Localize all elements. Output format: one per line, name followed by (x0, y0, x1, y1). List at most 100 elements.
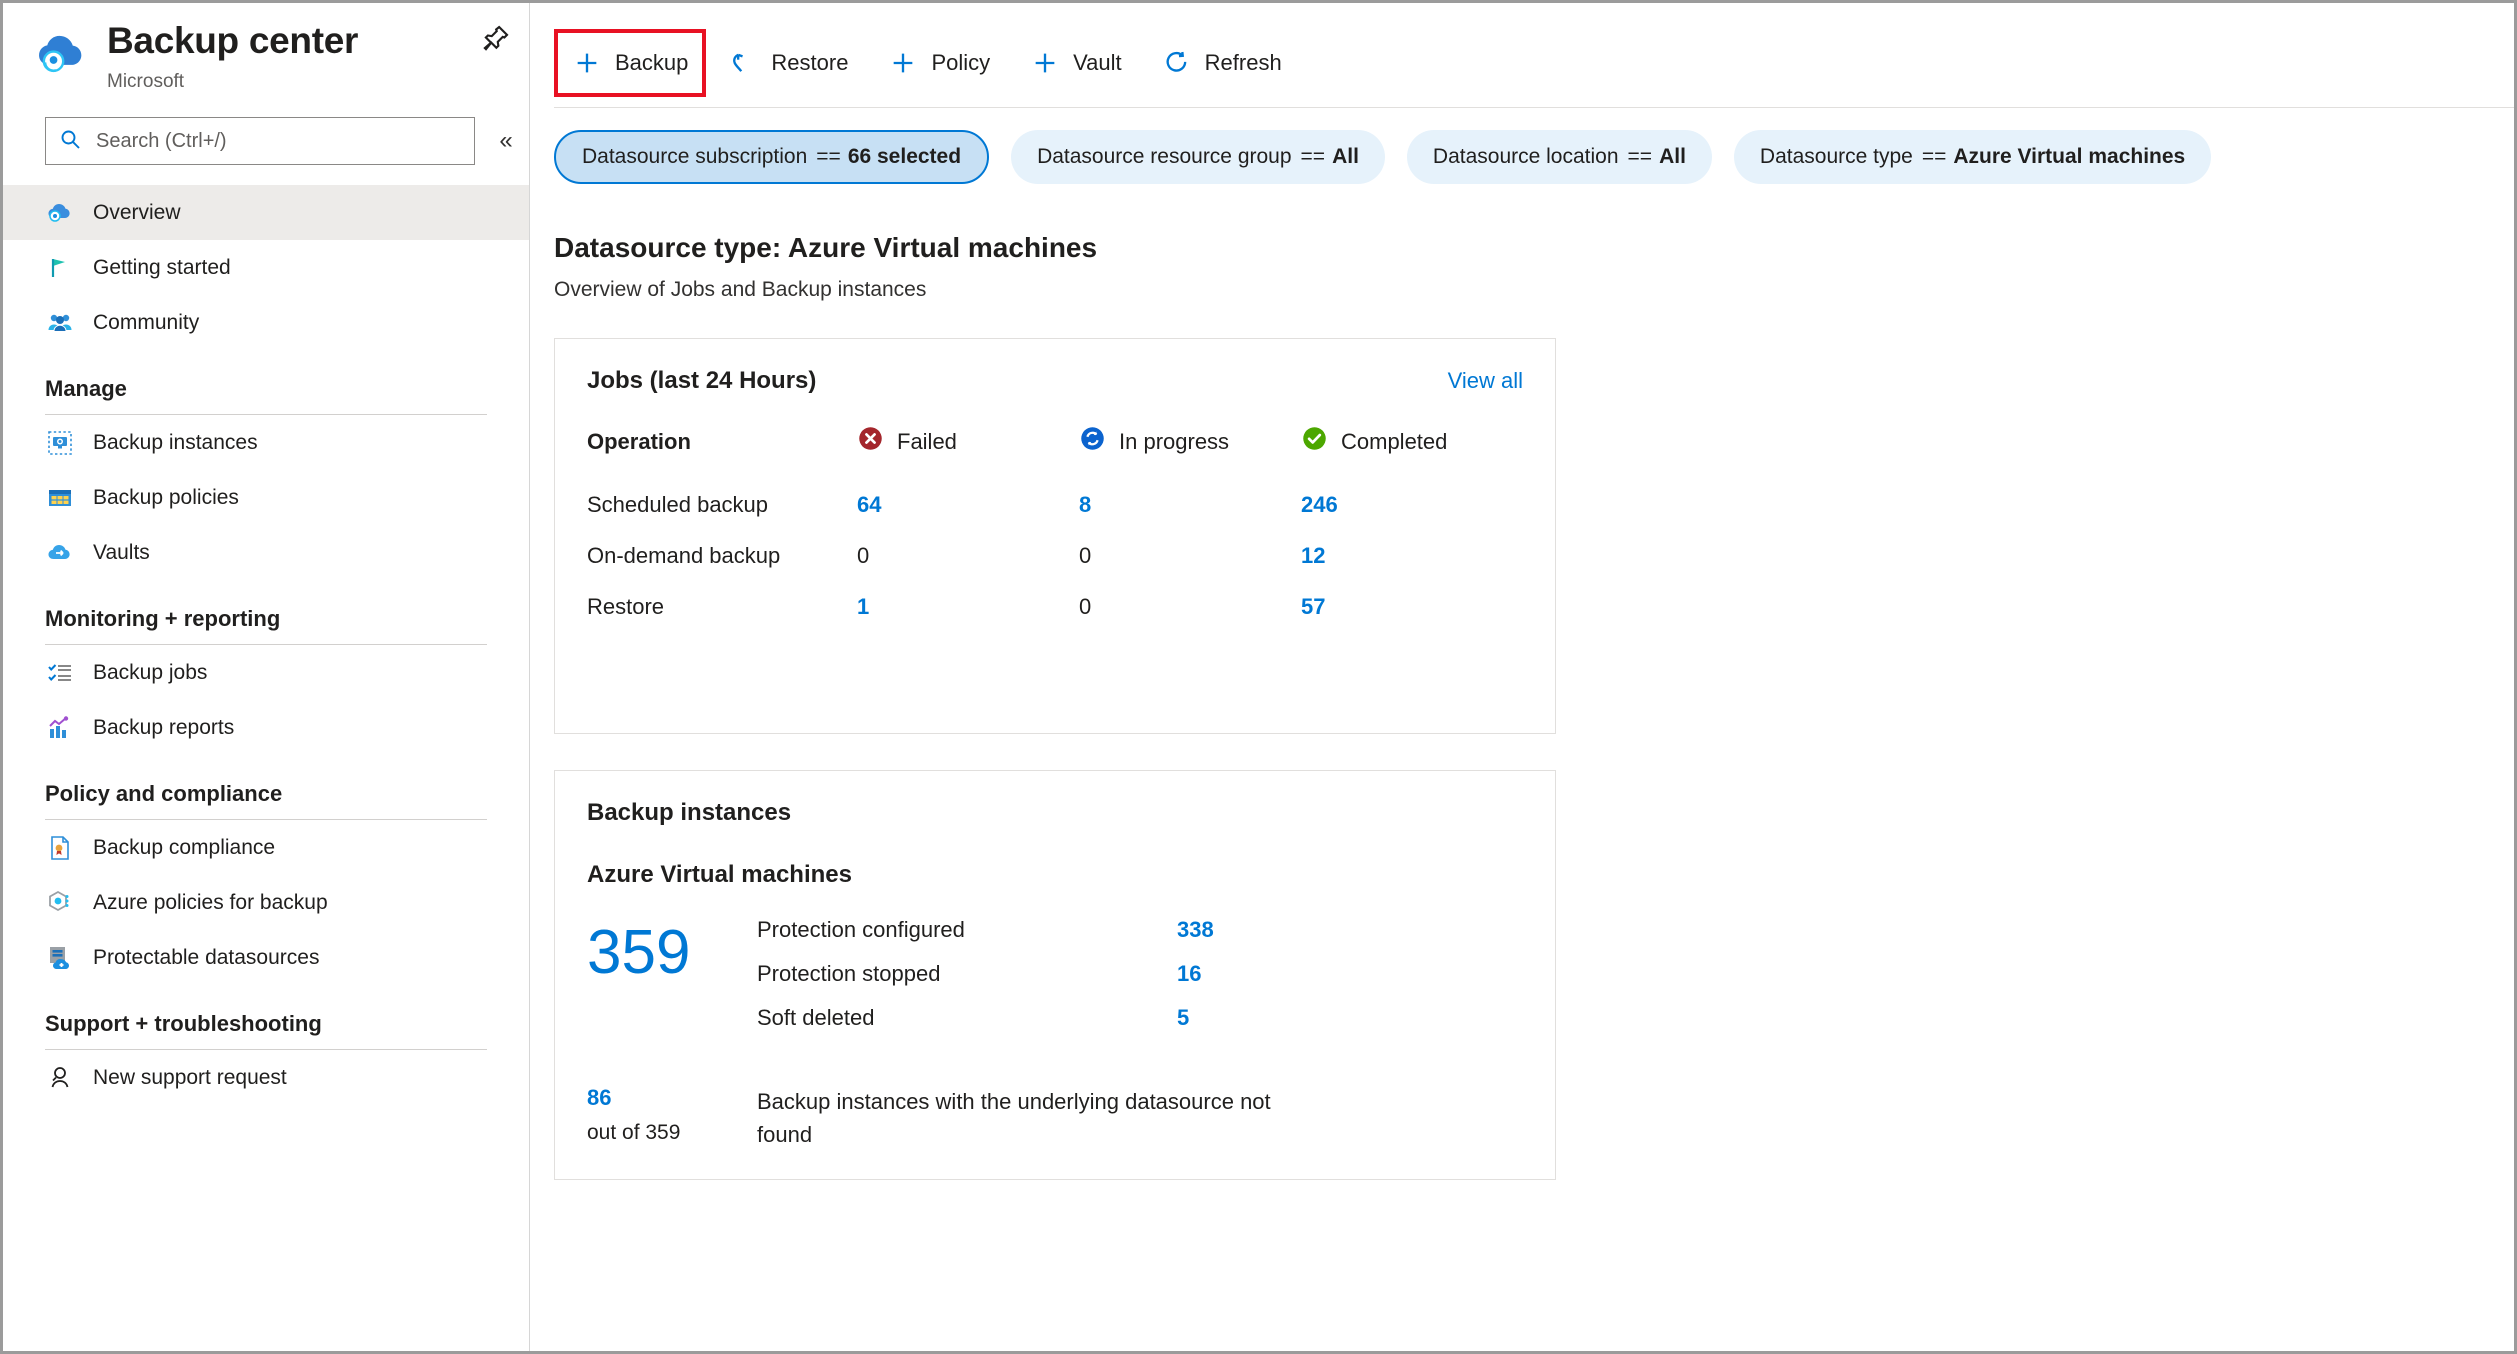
sidebar-group-title: Support + troubleshooting (45, 1011, 322, 1036)
filter-operator: == (1300, 145, 1326, 168)
sidebar-item-overview[interactable]: Overview (3, 185, 529, 240)
flag-icon (45, 253, 75, 283)
cell-in-progress: 0 (1079, 543, 1301, 594)
backup-button[interactable]: Backup (554, 29, 707, 97)
table-row: On-demand backup 0 0 12 (587, 543, 1523, 594)
cell-in-progress: 0 (1079, 594, 1301, 645)
sidebar-item-backup-jobs[interactable]: Backup jobs (3, 645, 529, 700)
filter-name: Datasource location (1432, 145, 1619, 168)
restore-button[interactable]: Restore (710, 35, 866, 91)
stat-value-link[interactable]: 338 (1177, 917, 1214, 943)
pin-icon[interactable] (481, 23, 511, 58)
vault-cloud-icon (45, 538, 75, 568)
footer-out-of: out of 359 (587, 1121, 681, 1144)
app-window: Backup center Microsoft • • • « (0, 0, 2517, 1354)
jobs-view-all-link[interactable]: View all (1448, 368, 1523, 394)
sidebar-item-label: Getting started (93, 255, 231, 279)
plus-icon (572, 48, 602, 78)
filter-value: Azure Virtual machines (1953, 145, 2186, 168)
stat-value-link[interactable]: 5 (1177, 1005, 1189, 1031)
sidebar-item-label: Community (93, 310, 200, 334)
command-toolbar: Backup Restore Policy Vault Refresh (530, 3, 2514, 97)
sidebar-item-community[interactable]: Community (3, 295, 529, 350)
search-icon (58, 127, 82, 156)
sidebar-group-header: Manage (3, 376, 529, 415)
filter-operator: == (1921, 145, 1947, 168)
value-link[interactable]: 8 (1079, 492, 1091, 517)
column-in-progress: In progress (1079, 425, 1301, 492)
policy-hex-icon (45, 888, 75, 918)
sidebar-item-label: Backup instances (93, 430, 258, 454)
sidebar-item-label: New support request (93, 1065, 287, 1089)
policy-button-label: Policy (931, 50, 991, 75)
filter-datasource-type[interactable]: Datasource type == Azure Virtual machine… (1733, 130, 2212, 184)
footer-value-link[interactable]: 86 (587, 1085, 757, 1111)
sidebar-group-title: Policy and compliance (45, 781, 283, 806)
collapse-sidebar-button[interactable]: « (489, 127, 523, 155)
sidebar-item-label: Backup compliance (93, 835, 276, 859)
undo-arrow-icon (728, 48, 758, 78)
row-operation: Scheduled backup (587, 492, 769, 517)
vault-button[interactable]: Vault (1012, 35, 1140, 91)
cell-completed: 246 (1301, 492, 1523, 543)
filter-name: Datasource subscription (582, 145, 808, 168)
bar-chart-icon (45, 713, 75, 743)
sidebar-group-title: Manage (45, 376, 127, 401)
column-label: Completed (1341, 428, 1448, 454)
sidebar-group-manage: Manage Backup instances Backup policies … (3, 376, 529, 580)
table-row: Scheduled backup 64 8 246 (587, 492, 1523, 543)
sidebar-group-title: Monitoring + reporting (45, 606, 281, 631)
value-link[interactable]: 246 (1301, 492, 1338, 517)
stat-label: Protection configured (757, 917, 965, 942)
policy-button[interactable]: Policy (870, 35, 1008, 91)
value-text: 0 (1079, 594, 1092, 619)
filter-operator: == (1627, 145, 1653, 168)
refresh-button-label: Refresh (1204, 50, 1282, 75)
instances-datasource-type: Azure Virtual machines (587, 861, 852, 888)
sidebar-item-azure-policies-for-backup[interactable]: Azure policies for backup (3, 875, 529, 930)
value-link[interactable]: 1 (857, 594, 869, 619)
sidebar-item-label: Backup jobs (93, 660, 208, 684)
filter-operator: == (816, 145, 841, 168)
cell-failed: 0 (857, 543, 1079, 594)
value-link[interactable]: 57 (1301, 594, 1325, 619)
filter-name: Datasource type (1759, 145, 1913, 168)
checklist-icon (45, 658, 75, 688)
sidebar-group-header: Policy and compliance (3, 781, 529, 820)
policy-table-icon (45, 483, 75, 513)
error-circle-icon (857, 425, 884, 458)
sidebar-item-backup-instances[interactable]: Backup instances (3, 415, 529, 470)
filter-datasource-resource-group[interactable]: Datasource resource group == All (1011, 130, 1385, 184)
filter-datasource-location[interactable]: Datasource location == All (1406, 130, 1712, 184)
sidebar-item-getting-started[interactable]: Getting started (3, 240, 529, 295)
sidebar-item-protectable-datasources[interactable]: Protectable datasources (3, 930, 529, 985)
sidebar: Backup center Microsoft • • • « (3, 3, 606, 1351)
sync-circle-icon (1079, 425, 1106, 458)
server-cloud-add-icon (45, 943, 75, 973)
filter-datasource-subscription[interactable]: Datasource subscription == 66 selected (554, 130, 990, 184)
refresh-icon (1162, 48, 1192, 78)
stat-label: Protection stopped (757, 961, 941, 986)
search-box[interactable] (45, 117, 475, 165)
sidebar-item-backup-reports[interactable]: Backup reports (3, 700, 529, 755)
sidebar-group-support: Support + troubleshooting New support re… (3, 1011, 529, 1105)
jobs-card-spacer (587, 645, 1523, 705)
brand-subtitle: Microsoft (107, 71, 185, 92)
column-failed: Failed (857, 425, 1079, 492)
sidebar-item-vaults[interactable]: Vaults (3, 525, 529, 580)
column-label: Failed (897, 428, 957, 454)
list-item: Protection stopped 16 (757, 961, 1523, 987)
backup-center-logo-icon (33, 25, 91, 83)
check-circle-icon (1301, 425, 1328, 458)
sidebar-item-backup-policies[interactable]: Backup policies (3, 470, 529, 525)
sidebar-item-new-support-request[interactable]: New support request (3, 1050, 529, 1105)
sidebar-item-label: Overview (93, 200, 181, 224)
value-link[interactable]: 64 (857, 492, 881, 517)
sidebar-group-monitoring: Monitoring + reporting Backup jobs Backu… (3, 606, 529, 755)
sidebar-item-backup-compliance[interactable]: Backup compliance (3, 820, 529, 875)
value-text: 0 (857, 543, 870, 568)
search-input[interactable] (94, 128, 462, 154)
stat-value-link[interactable]: 16 (1177, 961, 1201, 987)
refresh-button[interactable]: Refresh (1144, 35, 1300, 91)
value-link[interactable]: 12 (1301, 543, 1325, 568)
